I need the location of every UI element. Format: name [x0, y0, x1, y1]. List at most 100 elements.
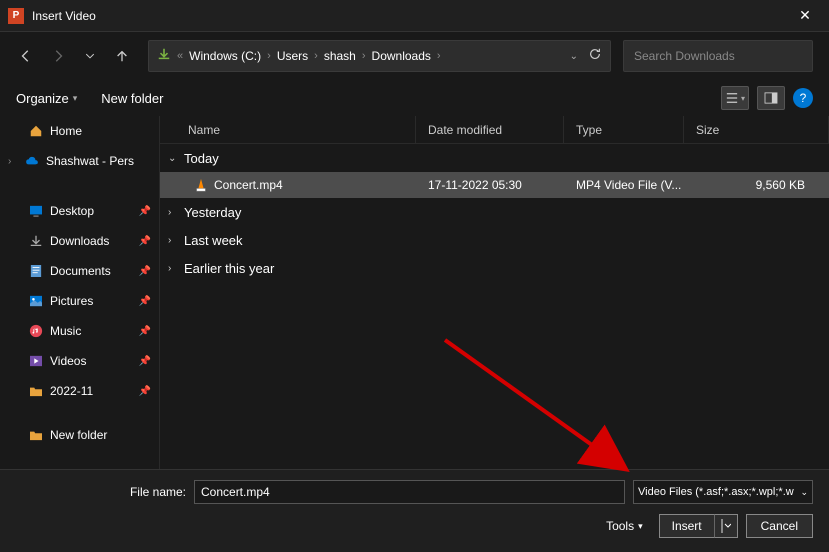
sidebar-item-folder[interactable]: 2022-11 📌 [0, 376, 159, 406]
main-area: Home › Shashwat - Pers Desktop 📌 Downloa… [0, 116, 829, 469]
folder-icon [28, 383, 44, 399]
refresh-icon [588, 47, 602, 61]
search-placeholder: Search Downloads [634, 49, 735, 63]
file-filter-dropdown[interactable]: Video Files (*.asf;*.asx;*.wpl;*.w ⌄ [633, 480, 813, 504]
recent-dropdown[interactable] [80, 46, 100, 66]
sidebar-item-onedrive[interactable]: › Shashwat - Pers [0, 146, 159, 176]
file-type: MP4 Video File (V... [564, 178, 684, 192]
breadcrumb-prefix: « [177, 50, 183, 62]
filename-label: File name: [16, 485, 186, 499]
app-icon: P [8, 8, 24, 24]
pin-icon: 📌 [139, 206, 151, 217]
group-label: Last week [184, 233, 243, 248]
pin-icon: 📌 [139, 326, 151, 337]
sidebar-item-documents[interactable]: Documents 📌 [0, 256, 159, 286]
pictures-icon [28, 293, 44, 309]
file-pane: Name Date modified Type Size ⌄ Today Con… [160, 116, 829, 469]
folder-icon [28, 427, 44, 443]
file-row[interactable]: Concert.mp4 17-11-2022 05:30 MP4 Video F… [160, 172, 829, 198]
vlc-icon [194, 178, 208, 192]
group-today[interactable]: ⌄ Today [160, 144, 829, 172]
navbar: « Windows (C:) › Users › shash › Downloa… [0, 32, 829, 80]
group-label: Earlier this year [184, 261, 274, 276]
tools-button[interactable]: Tools ▾ [606, 519, 643, 533]
list-icon [725, 92, 739, 104]
chevron-right-icon: › [168, 263, 180, 274]
forward-button[interactable] [48, 46, 68, 66]
back-button[interactable] [16, 46, 36, 66]
pin-icon: 📌 [139, 266, 151, 277]
sidebar-item-label: Home [50, 124, 82, 138]
close-button[interactable]: ✕ [789, 7, 821, 24]
group-label: Today [184, 151, 219, 166]
pin-icon: 📌 [139, 236, 151, 247]
breadcrumb-separator: › [362, 50, 366, 62]
pin-icon: 📌 [139, 386, 151, 397]
refresh-button[interactable] [588, 47, 602, 66]
chevron-down-icon: ⌄ [168, 153, 180, 164]
group-yesterday[interactable]: › Yesterday [160, 198, 829, 226]
breadcrumb-separator: › [267, 50, 271, 62]
sidebar-item-downloads[interactable]: Downloads 📌 [0, 226, 159, 256]
sidebar-item-label: Documents [50, 264, 111, 278]
chevron-right-icon: › [8, 156, 18, 167]
new-folder-button[interactable]: New folder [101, 91, 163, 106]
pin-icon: 📌 [139, 296, 151, 307]
address-dropdown[interactable]: ⌄ [570, 51, 578, 62]
view-mode-button[interactable]: ▾ [721, 86, 749, 110]
breadcrumb-item[interactable]: shash [324, 49, 356, 63]
music-icon [28, 323, 44, 339]
up-button[interactable] [112, 46, 132, 66]
group-label: Yesterday [184, 205, 241, 220]
sidebar-item-newfolder[interactable]: New folder [0, 420, 159, 450]
column-size[interactable]: Size [684, 116, 829, 143]
group-earlier[interactable]: › Earlier this year [160, 254, 829, 282]
address-bar[interactable]: « Windows (C:) › Users › shash › Downloa… [148, 40, 611, 72]
breadcrumb-item[interactable]: Users [277, 49, 308, 63]
cancel-button[interactable]: Cancel [746, 514, 813, 538]
file-date: 17-11-2022 05:30 [416, 178, 564, 192]
column-headers: Name Date modified Type Size [160, 116, 829, 144]
help-button[interactable]: ? [793, 88, 813, 108]
filter-text: Video Files (*.asf;*.asx;*.wpl;*.w [638, 486, 794, 498]
breadcrumb-separator: › [437, 50, 441, 62]
arrow-right-icon [51, 49, 65, 63]
column-type[interactable]: Type [564, 116, 684, 143]
sidebar-item-label: 2022-11 [50, 384, 93, 398]
organize-button[interactable]: Organize ▾ [16, 91, 77, 106]
group-lastweek[interactable]: › Last week [160, 226, 829, 254]
chevron-right-icon: › [168, 207, 180, 218]
column-name[interactable]: Name [160, 116, 416, 143]
search-input[interactable]: Search Downloads [623, 40, 813, 72]
sidebar-item-music[interactable]: Music 📌 [0, 316, 159, 346]
column-date[interactable]: Date modified [416, 116, 564, 143]
breadcrumb-item[interactable]: Windows (C:) [189, 49, 261, 63]
filename-input[interactable] [194, 480, 625, 504]
home-icon [28, 123, 44, 139]
sidebar-item-videos[interactable]: Videos 📌 [0, 346, 159, 376]
downloads-icon [157, 47, 171, 66]
arrow-left-icon [19, 49, 33, 63]
sidebar: Home › Shashwat - Pers Desktop 📌 Downloa… [0, 116, 160, 469]
toolbar: Organize ▾ New folder ▾ ? [0, 80, 829, 116]
sidebar-item-label: Music [50, 324, 81, 338]
preview-pane-button[interactable] [757, 86, 785, 110]
chevron-down-icon: ⌄ [800, 487, 808, 498]
dialog-footer: File name: Video Files (*.asf;*.asx;*.wp… [0, 469, 829, 552]
downloads-icon [28, 233, 44, 249]
sidebar-item-label: Videos [50, 354, 86, 368]
sidebar-item-label: Downloads [50, 234, 109, 248]
sidebar-item-desktop[interactable]: Desktop 📌 [0, 196, 159, 226]
sidebar-item-label: Pictures [50, 294, 93, 308]
sidebar-item-label: Shashwat - Pers [46, 154, 134, 168]
pin-icon: 📌 [139, 356, 151, 367]
insert-dropdown[interactable] [714, 514, 738, 538]
chevron-down-icon [85, 51, 95, 61]
breadcrumb-separator: › [314, 50, 318, 62]
split-dropdown-icon [721, 519, 731, 533]
sidebar-item-home[interactable]: Home [0, 116, 159, 146]
chevron-right-icon: › [168, 235, 180, 246]
insert-button[interactable]: Insert [659, 514, 714, 538]
sidebar-item-pictures[interactable]: Pictures 📌 [0, 286, 159, 316]
breadcrumb-item[interactable]: Downloads [372, 49, 431, 63]
